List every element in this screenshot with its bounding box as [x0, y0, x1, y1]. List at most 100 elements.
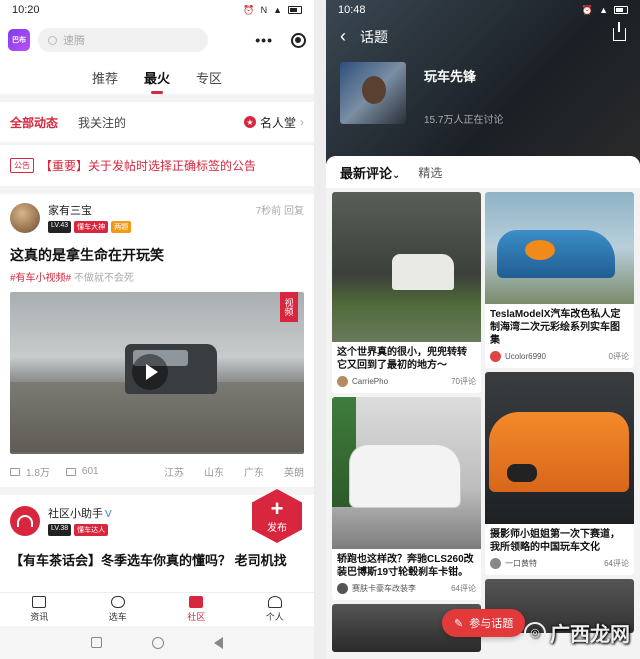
- card-title: 轿跑也这样改？奔驰CLS260改装巴博斯19寸轮毂刹车卡钳。: [337, 554, 474, 578]
- card-title: 摄影师小姐姐第一次下赛道，我所领略的中国玩车文化: [490, 529, 620, 553]
- announcement-bar[interactable]: 公告 【重要】关于发帖时选择正确标签的公告: [0, 144, 314, 186]
- post-topic-tag[interactable]: #有车小视频#: [10, 273, 71, 284]
- feed-card[interactable]: 轿跑也这样改？奔驰CLS260改装巴博斯19寸轮毂刹车卡钳。 赛肤卡豪车改装李 6…: [332, 397, 481, 600]
- back-icon[interactable]: ‹: [340, 26, 346, 47]
- nav-news[interactable]: 资讯: [0, 593, 79, 626]
- subtab-all[interactable]: 全部动态: [10, 114, 58, 131]
- publish-label: 发布: [267, 522, 287, 534]
- subtab-following[interactable]: 我关注的: [78, 114, 126, 131]
- comment-icon: [65, 467, 76, 476]
- hall-label: 名人堂: [259, 115, 296, 130]
- play-icon[interactable]: [132, 354, 168, 390]
- feed-card[interactable]: TeslaModelX汽车改色私人定制海湾二次元彩绘系列实车图集 Ucolor6…: [485, 192, 634, 368]
- edit-icon: ✎: [454, 617, 464, 630]
- topic-info: 玩车先锋 15.7万人正在讨论: [340, 62, 503, 126]
- post-subtag: 不做就不会死: [73, 273, 134, 284]
- nav-choose-car[interactable]: 选车: [79, 593, 158, 626]
- post-card[interactable]: 社区小助手 V LV.38 懂车达人 【有车茶话会】冬季选车你真的懂吗？ 老司机找…: [0, 489, 314, 579]
- search-icon: [48, 35, 57, 45]
- scan-icon[interactable]: [291, 32, 306, 48]
- comment-count: 601: [81, 466, 99, 477]
- tab-featured[interactable]: 精选: [418, 164, 442, 181]
- left-phone-screen: 10:20 ⏰ N ▲ 巴布 速腾 ••• 推荐 最火 专区 全部动态 我关注的 ★…: [0, 0, 314, 659]
- avatar[interactable]: [490, 351, 501, 362]
- more-icon[interactable]: •••: [255, 32, 273, 48]
- post-card[interactable]: 家有三宝 LV.43 懂车大神 两颗 7秒前 回复 这真的是拿生命在开玩笑 #有…: [0, 194, 314, 487]
- nav-community[interactable]: 社区: [157, 593, 236, 626]
- search-input[interactable]: 速腾: [38, 28, 208, 52]
- level-badge: LV.43: [48, 221, 72, 233]
- share-icon[interactable]: [613, 22, 626, 41]
- avatar[interactable]: [337, 583, 348, 594]
- title-badge: 懂车大神: [74, 221, 109, 233]
- post-username[interactable]: 家有三宝: [48, 202, 131, 218]
- status-bar: 10:48 ⏰ ▲: [326, 0, 640, 20]
- card-title: TeslaModelX汽车改色私人定制海湾二次元彩绘系列实车图集: [490, 309, 621, 346]
- tab-hot[interactable]: 最火: [144, 68, 170, 94]
- topic-name: 玩车先锋: [424, 69, 477, 84]
- tab-latest[interactable]: 最新评论⌄: [340, 163, 400, 182]
- avatar[interactable]: [337, 376, 348, 387]
- card-title: 这个世界真的很小，兜兜转转它又回到了最初的地方～: [337, 347, 467, 371]
- region-tag[interactable]: 广东: [244, 464, 264, 479]
- feed-card[interactable]: 摄影师小姐姐第一次下赛道，我所领略的中国玩车文化 一口黄特 64评论: [485, 372, 634, 575]
- sub-tabs: 全部动态 我关注的 ★ 名人堂 ›: [0, 102, 314, 142]
- join-topic-button[interactable]: ✎ 参与话题: [442, 609, 526, 637]
- card-comment-count: 64评论: [451, 584, 476, 593]
- card-image: [485, 192, 634, 304]
- watermark-text: 广西龙网: [550, 624, 630, 646]
- tab-recommend[interactable]: 推荐: [92, 68, 118, 87]
- feed-card[interactable]: 这个世界真的很小，兜兜转转它又回到了最初的地方～ CarriePho 70评论: [332, 192, 481, 393]
- video-thumbnail[interactable]: 视频: [10, 292, 304, 454]
- card-author: Ucolor6990: [505, 352, 546, 361]
- region-tag[interactable]: 山东: [204, 464, 224, 479]
- plus-icon: +: [270, 495, 284, 521]
- status-time: 10:48: [338, 4, 366, 16]
- post-meta: 1.8万 601 江苏 山东 广东 英朗: [10, 464, 304, 479]
- community-icon: [189, 596, 204, 608]
- card-comment-count: 64评论: [604, 559, 629, 568]
- hall-of-fame-link[interactable]: ★ 名人堂 ›: [243, 114, 304, 131]
- tab-zone[interactable]: 专区: [196, 68, 222, 87]
- top-tabs: 推荐 最火 专区: [0, 60, 314, 94]
- post-title[interactable]: 【有车茶话会】冬季选车你真的懂吗？ 老司机找: [10, 550, 304, 569]
- title-badge: 懂车达人: [74, 524, 109, 536]
- status-time: 10:20: [12, 4, 40, 16]
- avatar[interactable]: [10, 505, 40, 536]
- verified-icon: V: [105, 509, 112, 520]
- nav-label: 社区: [187, 612, 206, 622]
- app-logo[interactable]: 巴布: [8, 29, 30, 51]
- home-icon[interactable]: [152, 636, 164, 649]
- level-badge: LV.38: [48, 524, 72, 536]
- avatar[interactable]: [10, 202, 40, 233]
- comment-panel: 最新评论⌄ 精选 这个世界真的很小，兜兜转转它又回到了最初的地方～ Carrie…: [326, 156, 640, 659]
- card-author: 一口黄特: [505, 559, 537, 568]
- card-author: CarriePho: [352, 377, 389, 386]
- post-username[interactable]: 社区小助手: [48, 508, 103, 520]
- card-grid: 这个世界真的很小，兜兜转转它又回到了最初的地方～ CarriePho 70评论 轿…: [332, 192, 634, 652]
- recents-icon[interactable]: [91, 637, 102, 648]
- nav-profile[interactable]: 个人: [236, 593, 315, 626]
- status-bar: 10:20 ⏰ N ▲: [0, 0, 314, 20]
- view-count: 1.8万: [26, 468, 50, 479]
- region-tag[interactable]: 江苏: [164, 464, 184, 479]
- top-header: 巴布 速腾 •••: [0, 20, 314, 60]
- watermark: ◎ 广西龙网: [524, 618, 630, 647]
- card-image: [485, 372, 634, 524]
- search-placeholder: 速腾: [63, 35, 85, 47]
- right-phone-screen: 10:48 ⏰ ▲ ‹ 话题 玩车先锋 15.7万人正在讨论 最新评论⌄ 精选 这…: [326, 0, 640, 659]
- video-tag: 视频: [280, 292, 298, 322]
- watermark-logo-icon: ◎: [524, 621, 546, 644]
- battery-icon: [288, 6, 302, 14]
- nav-label: 资讯: [30, 612, 49, 622]
- topic-discussion-count: 15.7万人正在讨论: [424, 115, 504, 126]
- card-comment-count: 0评论: [608, 352, 629, 361]
- region-tag[interactable]: 英朗: [284, 464, 304, 479]
- status-icons: ⏰ ▲: [582, 5, 628, 16]
- avatar[interactable]: [490, 558, 501, 569]
- bottom-nav: 资讯 选车 社区 个人: [0, 592, 314, 626]
- comment-tabs: 最新评论⌄ 精选: [326, 156, 640, 188]
- back-icon[interactable]: [214, 636, 223, 649]
- post-title[interactable]: 这真的是拿生命在开玩笑: [10, 245, 304, 265]
- card-comment-count: 70评论: [451, 377, 476, 386]
